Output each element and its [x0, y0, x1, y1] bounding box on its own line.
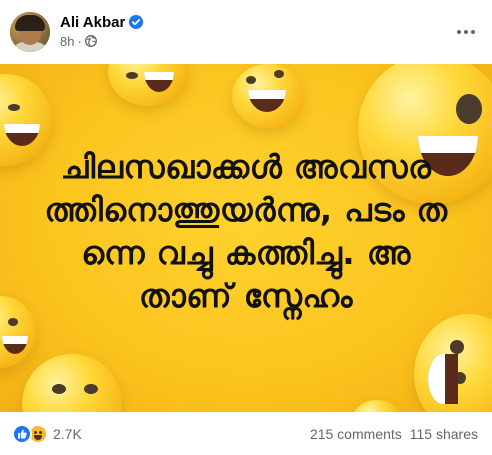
emoji-eye	[246, 76, 256, 84]
emoji-teeth	[428, 354, 445, 404]
reaction-count[interactable]: 2.7K	[53, 426, 82, 442]
haha-mouth	[34, 435, 42, 440]
laughing-emoji	[232, 64, 304, 128]
author-row: Ali Akbar	[60, 13, 144, 31]
comments-count[interactable]: 215 comments	[310, 426, 402, 442]
emoji-mouth	[4, 124, 40, 146]
emoji-teeth	[2, 336, 28, 344]
emoji-eye	[450, 340, 464, 354]
emoji-mouth	[248, 90, 286, 112]
emoji-mouth	[144, 72, 174, 92]
laughing-emoji	[352, 400, 402, 412]
author-avatar[interactable]	[10, 12, 50, 52]
post-footer: 2.7K 215 comments 115 shares	[0, 412, 492, 455]
emoji-teeth	[4, 124, 40, 134]
like-reaction-icon	[12, 424, 32, 444]
emoji-teeth	[248, 90, 286, 100]
post-image[interactable]: ചിലസഖാക്കൾ അവസരത്തിനൊത്തുയർന്നു, പടം തന്…	[0, 64, 492, 412]
post-meta: 8h ·	[60, 33, 97, 49]
emoji-eye	[8, 318, 18, 326]
emoji-mouth	[428, 354, 458, 404]
haha-eye	[34, 431, 37, 434]
emoji-eye	[52, 384, 66, 394]
facebook-post: Ali Akbar 8h · ചിലസഖാക്കൾ അവസരത്തിനൊത്തു…	[0, 0, 492, 455]
reactions-summary[interactable]: 2.7K	[12, 424, 82, 444]
emoji-eye	[8, 104, 20, 111]
post-time[interactable]: 8h	[60, 34, 74, 49]
engagement-stats: 215 comments 115 shares	[310, 426, 478, 442]
avatar-glasses	[21, 29, 39, 33]
more-options-icon[interactable]	[454, 22, 478, 42]
emoji-eye	[456, 94, 482, 124]
author-name[interactable]: Ali Akbar	[60, 14, 125, 31]
meta-separator: ·	[77, 33, 82, 49]
globe-icon[interactable]	[84, 35, 97, 47]
verified-badge-icon	[129, 15, 144, 29]
laughing-emoji	[22, 354, 122, 412]
emoji-teeth	[144, 72, 174, 81]
shares-count[interactable]: 115 shares	[410, 426, 478, 442]
haha-eye	[39, 431, 42, 434]
more-dot	[471, 30, 475, 34]
laughing-emoji	[108, 64, 188, 106]
laughing-emoji	[414, 314, 492, 412]
laughing-emoji	[0, 296, 36, 368]
more-dot	[457, 30, 461, 34]
image-caption-text: ചിലസഖാക്കൾ അവസരത്തിനൊത്തുയർന്നു, പടം തന്…	[44, 148, 448, 315]
emoji-eye	[84, 384, 98, 394]
emoji-mouth	[2, 336, 28, 354]
more-dot	[464, 30, 468, 34]
post-header: Ali Akbar 8h ·	[0, 0, 492, 64]
emoji-eye	[126, 72, 138, 79]
emoji-eye	[274, 70, 284, 78]
